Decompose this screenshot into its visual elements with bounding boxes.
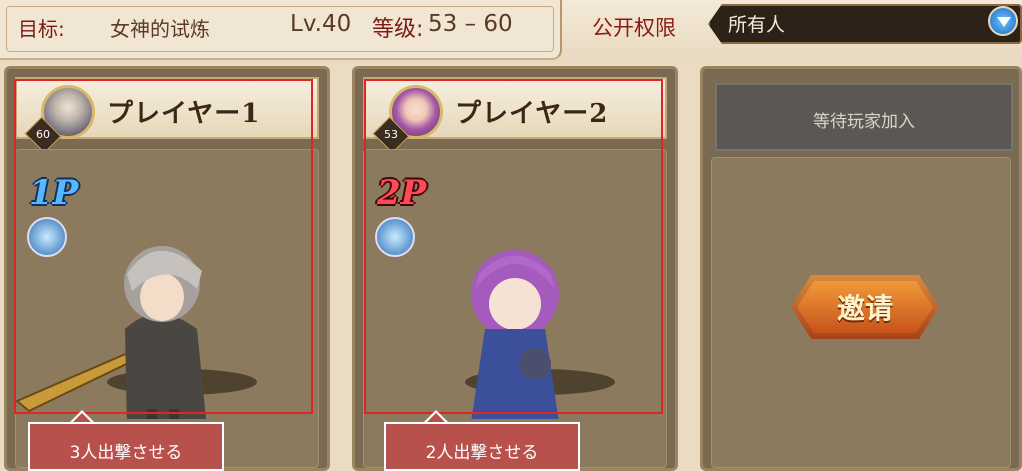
player-1-selection-frame [14,79,313,414]
invite-label[interactable]: 邀请 [791,287,939,327]
empty-slot[interactable]: 等待玩家加入 邀请 [700,66,1022,471]
waiting-placeholder: 等待玩家加入 [715,83,1013,151]
player-2-selection-frame [364,79,663,414]
grade-value: 53 – 60 [428,11,513,37]
goal-value: 女神的试炼 [110,17,210,41]
level-text: Lv.40 [290,11,352,37]
goal-label: 目标: [18,17,65,41]
invite-button[interactable]: 邀请 [791,275,939,339]
permission-value[interactable]: 所有人 [728,10,785,37]
deploy-label-2: 2人出撃させる [425,443,539,463]
deploy-label-1: 3人出撃させる [69,443,183,463]
dropdown-arrow-icon[interactable] [988,6,1018,36]
deploy-tooltip-2: 2人出撃させる [384,422,580,471]
deploy-tooltip-1: 3人出撃させる [28,422,224,471]
waiting-label: 等待玩家加入 [813,112,915,132]
permission-label: 公开权限 [592,16,676,40]
grade-label: 等级: [372,17,424,42]
